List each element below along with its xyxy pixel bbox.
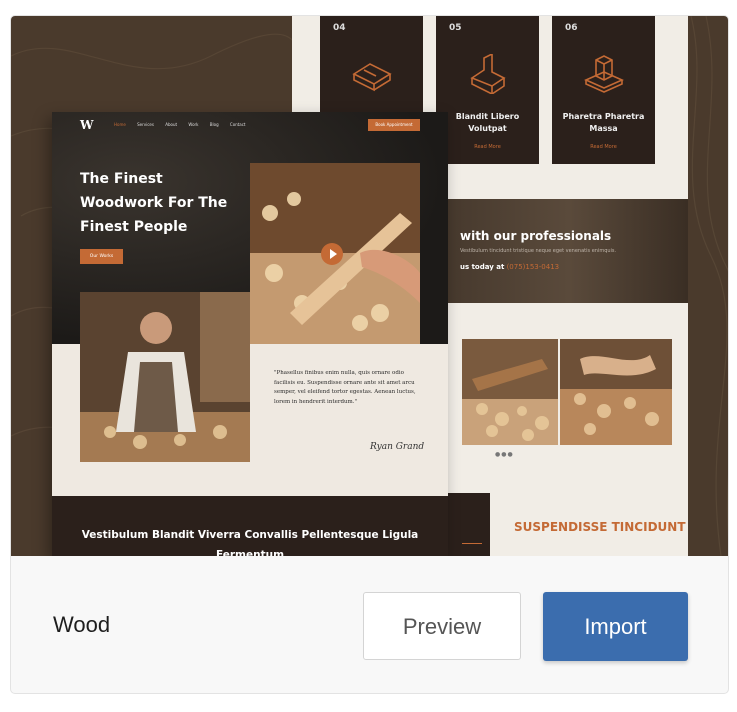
testimonial-quote: "Phasellus finibus enim nulla, quis orna…: [274, 370, 416, 405]
band-title: with our professionals: [460, 229, 612, 243]
template-card: 04 05 Blandit Libero Volutpat Read More …: [10, 15, 729, 694]
front-bottom-section: Vestibulum Blandit Viverra Convallis Pel…: [52, 496, 448, 556]
nav-link: Blog: [209, 122, 219, 127]
nav-appointment-button: Book Appointment: [368, 119, 420, 131]
play-icon: [321, 243, 343, 265]
service-number: 04: [333, 23, 346, 33]
import-button[interactable]: Import: [543, 592, 688, 661]
service-card: 05 Blandit Libero Volutpat Read More: [436, 16, 539, 164]
service-title: Blandit Libero Volutpat: [455, 112, 520, 133]
gallery-photo: [462, 339, 558, 445]
band-call: us today at (075)153-0413: [460, 263, 559, 271]
front-mockup-page: W Home Services About Work Blog Contact …: [52, 112, 448, 556]
band-phone: (075)153-0413: [506, 263, 560, 271]
band-text: Vestibulum tincidunt tristique neque ege…: [460, 248, 617, 254]
preview-button[interactable]: Preview: [363, 592, 521, 660]
service-number: 06: [565, 23, 578, 33]
wood-beam-icon: [470, 54, 506, 94]
woodwork-photo: [250, 163, 420, 344]
carousel-dots: ●●●: [495, 451, 514, 458]
nav-link: Home: [114, 122, 126, 127]
nav-link: Services: [137, 122, 154, 127]
band-call-text: us today at: [460, 263, 505, 271]
hero-button: Our Works: [80, 249, 123, 264]
carpenter-photo: [80, 292, 250, 462]
template-thumbnail[interactable]: 04 05 Blandit Libero Volutpat Read More …: [11, 16, 728, 556]
nav-link: Contact: [229, 122, 246, 127]
read-more-link[interactable]: Read More: [552, 144, 655, 150]
nav-link: About: [165, 122, 178, 127]
logo: W: [80, 118, 94, 132]
wood-joint-icon: [352, 63, 392, 92]
service-number: 05: [449, 23, 462, 33]
read-more-link[interactable]: Read More: [436, 144, 539, 150]
section-title: Vestibulum Blandit Viverra Convallis Pel…: [81, 529, 419, 556]
gallery-photo: [560, 339, 672, 445]
hero-headline: The Finest Woodwork For The Finest Peopl…: [80, 171, 228, 235]
section-title: SUSPENDISSE TINCIDUNT: [514, 520, 686, 534]
service-card: 06 Pharetra Pharetra Massa Read More: [552, 16, 655, 164]
nav-link: Work: [188, 122, 199, 127]
nav-links: Home Services About Work Blog Contact: [114, 122, 255, 127]
template-name: Wood: [53, 612, 111, 637]
wood-block-icon: [584, 55, 624, 93]
mockup-nav: W Home Services About Work Blog Contact …: [52, 112, 448, 138]
service-title: Pharetra Pharetra Massa: [562, 112, 645, 133]
signature: Ryan Grand: [370, 442, 425, 452]
